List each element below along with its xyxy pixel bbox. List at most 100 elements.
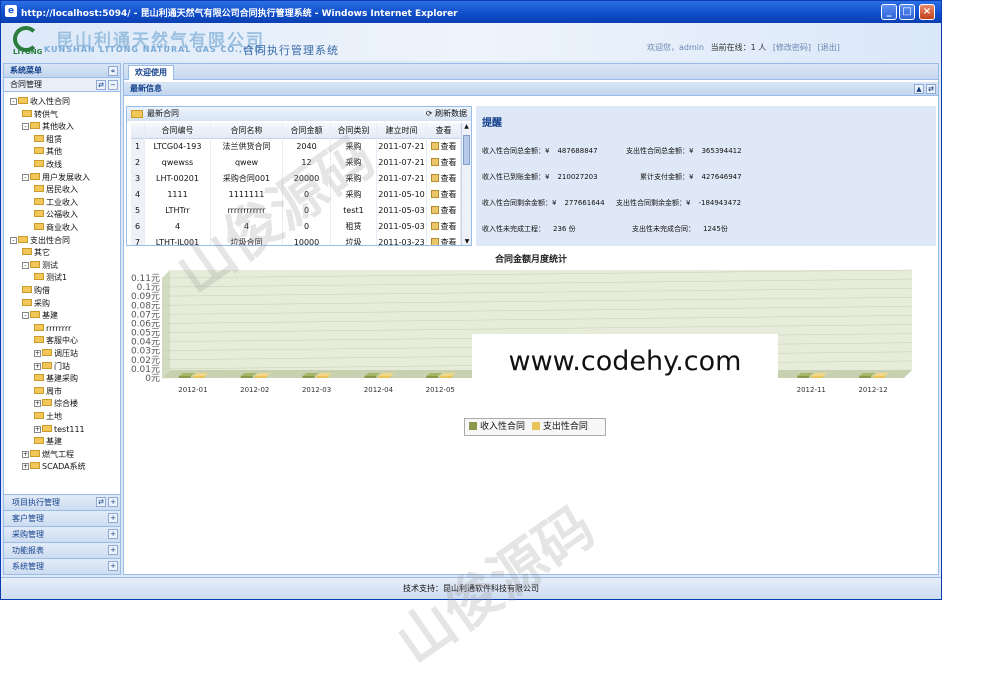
tree-node[interactable]: - 测试: [22, 260, 58, 272]
tree-node[interactable]: 基建采购: [34, 373, 78, 385]
expand-icon[interactable]: +: [108, 561, 118, 571]
sidebar-section[interactable]: 合同管理 ⇄ −: [4, 78, 120, 92]
accordion-item[interactable]: 功能报表 +: [4, 542, 120, 558]
view-icon: [430, 206, 439, 214]
tree-node[interactable]: rrrrrrrr: [34, 323, 71, 335]
legend-expense[interactable]: 支出性合同: [528, 419, 588, 435]
system-name: 合同执行管理系统: [243, 44, 339, 57]
bar-expense: [254, 376, 267, 378]
view-icon: [430, 238, 439, 245]
tree-node[interactable]: - 支出性合同: [10, 235, 70, 247]
folder-icon: [22, 109, 32, 117]
tree-node[interactable]: + 综合楼: [34, 398, 78, 410]
tree-node[interactable]: 周市: [34, 386, 62, 398]
tree-node-label: test111: [54, 424, 85, 434]
tree-node[interactable]: 转供气: [22, 109, 58, 121]
view-link[interactable]: 查看: [427, 203, 461, 219]
tree-node[interactable]: 采购: [22, 298, 50, 310]
bar-income: [426, 376, 439, 378]
scroll-down-icon[interactable]: ▼: [462, 238, 472, 245]
tree-node-label: 采购: [34, 298, 50, 308]
grid-cell: 2011-07-21: [377, 155, 427, 171]
tab-welcome[interactable]: 欢迎使用: [128, 65, 174, 80]
tree-node[interactable]: 租赁: [34, 134, 62, 146]
collapse-node-icon[interactable]: -: [10, 98, 17, 105]
minus-icon[interactable]: −: [108, 80, 118, 90]
collapse-icon[interactable]: «: [108, 66, 118, 76]
tree-node[interactable]: 公福收入: [34, 209, 78, 221]
tree-node[interactable]: 其它: [22, 247, 50, 259]
tree-node[interactable]: 商业收入: [34, 222, 78, 234]
tab-strip: 欢迎使用: [124, 64, 938, 80]
tree-node[interactable]: 基建: [34, 436, 62, 448]
view-link[interactable]: 查看: [427, 155, 461, 171]
folder-icon: [34, 160, 44, 167]
minimize-button[interactable]: _: [881, 4, 897, 20]
refresh-icon[interactable]: ⇄: [926, 84, 936, 94]
expand-icon[interactable]: +: [108, 513, 118, 523]
accordion-item[interactable]: 客户管理 +: [4, 510, 120, 526]
view-link[interactable]: 查看: [427, 139, 461, 155]
tree-node[interactable]: + SCADA系统: [22, 461, 86, 473]
tree-node[interactable]: + 燃气工程: [22, 449, 74, 461]
expand-icon[interactable]: +: [108, 497, 118, 507]
expand-node-icon[interactable]: +: [34, 350, 41, 357]
collapse-up-icon[interactable]: ▲: [914, 84, 924, 94]
contract-tree: - 收入性合同 转供气 - 其他收入 租赁 其他 改线 - 用户发展收入 居民收入 工业收入 公福收入商…: [4, 96, 120, 504]
welcome-text: 欢迎您，admin: [647, 43, 705, 52]
expand-node-icon[interactable]: +: [34, 400, 41, 408]
tree-node[interactable]: 土地: [34, 411, 62, 423]
tree-node[interactable]: - 用户发展收入: [22, 172, 90, 184]
tree-node[interactable]: - 基建: [22, 310, 58, 322]
tree-node-label: SCADA系统: [42, 462, 86, 472]
view-link[interactable]: 查看: [427, 235, 461, 245]
expand-icon[interactable]: +: [108, 545, 118, 555]
expand-icon[interactable]: +: [108, 529, 118, 539]
expand-node-icon[interactable]: +: [22, 463, 29, 471]
tree-node[interactable]: 购借: [22, 285, 50, 297]
tree-node-label: 周市: [46, 386, 62, 396]
maximize-button[interactable]: □: [899, 4, 915, 20]
view-icon: [430, 142, 439, 150]
tree-node[interactable]: 客服中心: [34, 335, 78, 347]
view-link[interactable]: 查看: [427, 171, 461, 187]
grid-scrollbar[interactable]: ▲ ▼: [461, 123, 471, 245]
collapse-node-icon[interactable]: -: [22, 312, 29, 320]
expand-node-icon[interactable]: +: [34, 425, 41, 433]
view-link[interactable]: 查看: [427, 219, 461, 235]
legend-income[interactable]: 收入性合同: [465, 419, 525, 435]
tree-node[interactable]: 工业收入: [34, 197, 78, 209]
close-button[interactable]: ×: [919, 4, 935, 20]
collapse-node-icon[interactable]: -: [22, 123, 29, 131]
view-link[interactable]: 查看: [427, 187, 461, 203]
change-password-link[interactable]: [修改密码]: [773, 43, 811, 52]
tree-node[interactable]: 其他: [34, 146, 62, 158]
scroll-up-icon[interactable]: ▲: [462, 123, 471, 130]
collapse-node-icon[interactable]: -: [22, 173, 29, 181]
folder-icon: [34, 374, 44, 382]
tree-node[interactable]: 测试1: [34, 272, 67, 284]
refresh-icon[interactable]: ⇄: [96, 497, 106, 507]
logout-link[interactable]: [退出]: [818, 43, 840, 52]
expand-node-icon[interactable]: +: [34, 362, 41, 370]
tree-node[interactable]: - 收入性合同: [10, 96, 70, 108]
collapse-node-icon[interactable]: -: [22, 261, 29, 269]
tree-node-label: 基建采购: [46, 374, 78, 384]
collapse-node-icon[interactable]: -: [10, 236, 17, 244]
tree-node[interactable]: + test111: [34, 424, 85, 436]
grid-cell: 2011-05-03: [377, 203, 427, 219]
tree-node[interactable]: - 其他收入: [22, 121, 74, 133]
accordion-item[interactable]: 系统管理 +: [4, 558, 120, 574]
accordion-item[interactable]: 项目执行管理 + ⇄: [4, 494, 120, 510]
bar-income: [178, 376, 191, 378]
refresh-data-button[interactable]: ⟳ 刷新数据: [426, 107, 467, 121]
accordion-item[interactable]: 采购管理 +: [4, 526, 120, 542]
tree-node[interactable]: + 调压站: [34, 348, 78, 360]
grid-header-row: 合同编号 合同名称 合同金额 合同类别 建立时间 查看: [131, 123, 461, 139]
tree-node[interactable]: 居民收入: [34, 184, 78, 196]
expand-node-icon[interactable]: +: [22, 450, 29, 458]
folder-icon: [34, 386, 44, 394]
refresh-icon[interactable]: ⇄: [96, 80, 106, 90]
tree-node[interactable]: 改线: [34, 159, 62, 171]
tree-node[interactable]: + 门站: [34, 361, 70, 373]
